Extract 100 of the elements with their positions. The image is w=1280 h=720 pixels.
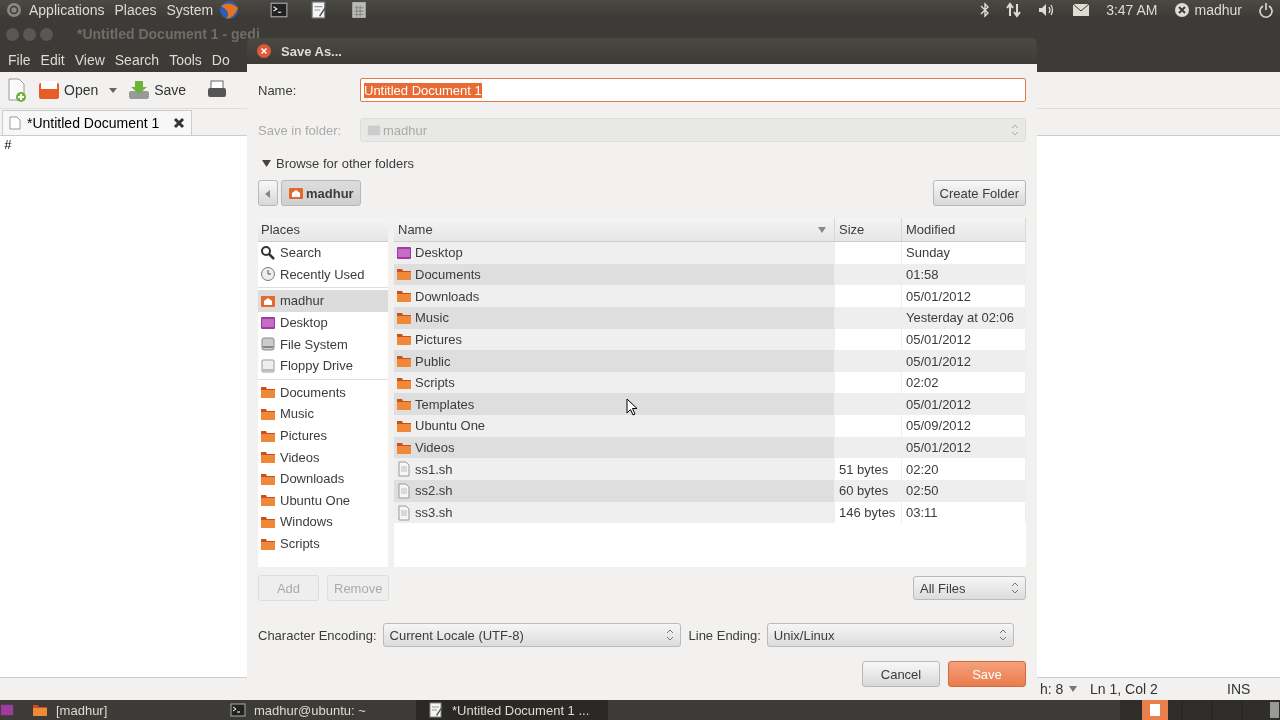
cancel-button[interactable]: Cancel bbox=[862, 661, 940, 687]
place-item[interactable]: Windows bbox=[258, 511, 388, 533]
caret-icon[interactable] bbox=[1069, 686, 1078, 692]
file-row[interactable]: Downloads 05/01/2012 bbox=[394, 285, 1026, 307]
menu-item[interactable]: View bbox=[70, 52, 111, 68]
caret-icon[interactable] bbox=[108, 86, 119, 94]
menu-item[interactable]: Applications bbox=[24, 2, 110, 18]
terminal-icon bbox=[230, 702, 246, 718]
file-icon bbox=[396, 504, 412, 521]
place-item[interactable]: Desktop bbox=[258, 311, 388, 334]
menu-item[interactable]: Do bbox=[207, 52, 236, 68]
place-item[interactable]: Scripts bbox=[258, 532, 388, 555]
file-modified: 05/01/2012 bbox=[906, 331, 972, 347]
terminal-icon[interactable] bbox=[270, 1, 289, 19]
file-row[interactable]: ss2.sh 60 bytes 02:50 bbox=[394, 480, 1026, 502]
create-folder-button[interactable]: Create Folder bbox=[932, 180, 1026, 206]
back-button[interactable] bbox=[258, 180, 278, 206]
file-modified: Yesterday at 02:06 bbox=[906, 310, 1014, 326]
encoding-combo[interactable]: Current Locale (UTF-8) bbox=[382, 623, 681, 647]
taskbar-item[interactable]: madhur@ubuntu: ~ bbox=[218, 700, 410, 720]
file-row[interactable]: Templates 05/01/2012 bbox=[394, 393, 1026, 416]
tab-width[interactable]: h: 8 bbox=[1040, 681, 1064, 697]
close-icon[interactable] bbox=[257, 44, 271, 58]
file-name[interactable]: ss1.sh bbox=[394, 458, 835, 481]
place-item[interactable]: Music bbox=[258, 403, 388, 425]
line-ending-combo[interactable]: Unix/Linux bbox=[766, 623, 1014, 647]
place-item[interactable]: Floppy Drive bbox=[258, 354, 388, 377]
place-item[interactable]: madhur bbox=[258, 290, 388, 312]
notepad-icon[interactable] bbox=[310, 1, 329, 19]
folder-icon bbox=[260, 492, 276, 509]
home-folder-icon bbox=[260, 293, 276, 309]
clock-icon bbox=[260, 266, 276, 283]
file-row[interactable]: Ubuntu One 05/09/2012 bbox=[394, 415, 1026, 437]
place-item[interactable]: Pictures bbox=[258, 424, 388, 447]
place-item[interactable]: Videos bbox=[258, 446, 388, 468]
menu-item[interactable]: File bbox=[4, 52, 37, 68]
file-name[interactable]: Scripts bbox=[394, 371, 835, 394]
clock[interactable]: 3:47 AM bbox=[1106, 2, 1158, 18]
folder-icon bbox=[260, 449, 276, 466]
file-row[interactable]: Pictures 05/01/2012 bbox=[394, 328, 1026, 351]
line-ending-label: Line Ending: bbox=[688, 627, 761, 643]
file-modified: 05/01/2012 bbox=[906, 440, 972, 456]
user-status-icon[interactable] bbox=[1173, 2, 1190, 18]
insert-mode: INS bbox=[1227, 681, 1252, 697]
file-name[interactable]: ss3.sh bbox=[394, 501, 835, 524]
user-name[interactable]: madhur bbox=[1194, 2, 1242, 18]
workspace-switcher[interactable] bbox=[1120, 700, 1280, 720]
new-document-icon[interactable] bbox=[6, 78, 28, 102]
file-row[interactable]: Public 05/01/2012 bbox=[394, 350, 1026, 372]
place-item[interactable]: File System bbox=[258, 333, 388, 355]
place-item[interactable]: Documents bbox=[258, 381, 388, 404]
desktop-icon bbox=[396, 244, 412, 261]
menu-item[interactable]: Edit bbox=[36, 52, 71, 68]
file-row[interactable]: Scripts 02:02 bbox=[394, 371, 1026, 394]
place-item[interactable]: Ubuntu One bbox=[258, 489, 388, 512]
file-row[interactable]: Videos 05/01/2012 bbox=[394, 436, 1026, 459]
file-name[interactable]: Public bbox=[394, 350, 835, 372]
dialog-title: Save As... bbox=[281, 43, 342, 59]
column-header[interactable]: Size bbox=[835, 218, 902, 241]
document-tab[interactable]: *Untitled Document 1 bbox=[2, 110, 193, 135]
menu-item[interactable]: Tools bbox=[165, 52, 208, 68]
power-icon[interactable] bbox=[1258, 2, 1274, 18]
network-arrows-icon[interactable] bbox=[1006, 2, 1023, 18]
file-name[interactable]: Desktop bbox=[394, 242, 835, 264]
expander-icon[interactable] bbox=[262, 159, 271, 168]
file-row[interactable]: ss3.sh 146 bytes 03:11 bbox=[394, 501, 1026, 524]
file-row[interactable]: Documents 01:58 bbox=[394, 263, 1026, 286]
menu-item[interactable]: System bbox=[161, 2, 219, 18]
place-item[interactable]: Search bbox=[258, 242, 388, 264]
column-header[interactable]: Places bbox=[261, 222, 301, 237]
path-button[interactable]: madhur bbox=[281, 180, 361, 206]
browse-expander[interactable]: Browse for other folders bbox=[276, 156, 414, 171]
menu-item[interactable]: Places bbox=[109, 2, 162, 18]
open-button[interactable]: Open bbox=[36, 77, 101, 103]
file-name[interactable]: ss2.sh bbox=[394, 480, 835, 502]
file-name[interactable]: Music bbox=[394, 306, 835, 329]
taskbar-item[interactable]: [madhur] bbox=[20, 700, 212, 720]
logo-icon[interactable] bbox=[6, 2, 22, 18]
globe-icon[interactable] bbox=[218, 0, 241, 20]
mail-icon[interactable] bbox=[1072, 3, 1091, 17]
calculator-icon[interactable] bbox=[350, 1, 369, 19]
file-row[interactable]: ss1.sh 51 bytes 02:20 bbox=[394, 458, 1026, 481]
taskbar-item[interactable]: *Untitled Document 1 ... bbox=[416, 700, 608, 720]
menu-item[interactable]: Search bbox=[110, 52, 166, 68]
place-item[interactable]: Downloads bbox=[258, 467, 388, 490]
file-name[interactable]: Videos bbox=[394, 436, 835, 459]
column-header[interactable]: Name bbox=[394, 218, 835, 241]
file-name[interactable]: Ubuntu One bbox=[394, 415, 835, 437]
file-name[interactable]: Documents bbox=[394, 263, 835, 286]
place-item[interactable]: Recently Used bbox=[258, 263, 388, 286]
file-row[interactable]: Desktop Sunday bbox=[394, 242, 1026, 264]
file-row[interactable]: Music Yesterday at 02:06 bbox=[394, 306, 1026, 329]
column-header[interactable]: Modified bbox=[902, 218, 1026, 241]
save-button[interactable]: Save bbox=[126, 77, 189, 103]
file-name[interactable]: Templates bbox=[394, 393, 835, 416]
close-icon[interactable] bbox=[173, 117, 186, 129]
bluetooth-icon[interactable] bbox=[980, 2, 991, 18]
file-name[interactable]: Pictures bbox=[394, 328, 835, 351]
file-name[interactable]: Downloads bbox=[394, 285, 835, 307]
filter-combo[interactable]: All Files bbox=[913, 576, 1026, 600]
